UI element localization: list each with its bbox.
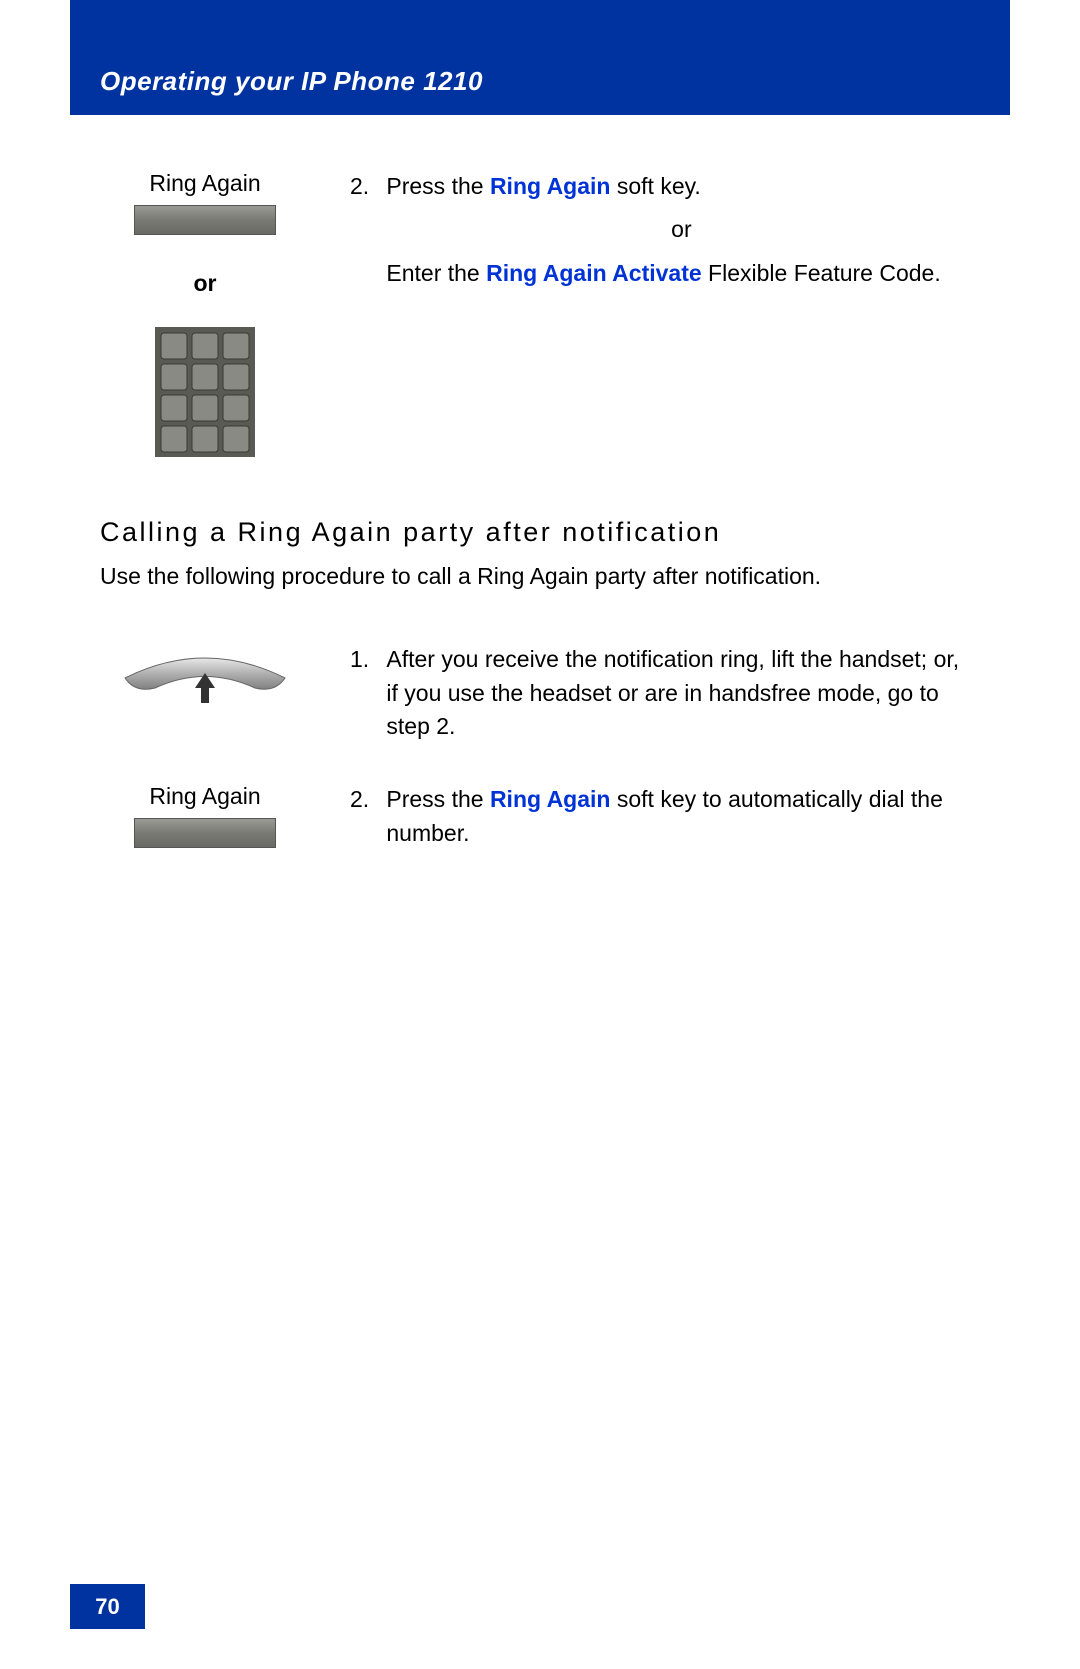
step-left-col: Ring Again or <box>100 170 310 457</box>
handset-lift-icon <box>115 643 295 713</box>
softkey-icon <box>134 818 276 848</box>
softkey-label: Ring Again <box>100 170 310 197</box>
or-center: or <box>386 213 976 246</box>
step-right-col: 2. Press the Ring Again soft key. or Ent… <box>350 170 980 290</box>
text-part: soft key. <box>610 173 700 199</box>
softkey-label: Ring Again <box>100 783 310 810</box>
document-page: Operating your IP Phone 1210 Ring Again … <box>0 0 1080 1669</box>
bold-term: Ring Again Activate <box>486 260 702 286</box>
step-left-col: Ring Again <box>100 783 310 848</box>
step-right-col: 2. Press the Ring Again soft key to auto… <box>350 783 980 850</box>
page-header-bar: Operating your IP Phone 1210 <box>70 0 1010 115</box>
text-part: Enter the <box>386 260 486 286</box>
keypad-icon <box>155 327 255 457</box>
step-text: After you receive the notification ring,… <box>386 643 976 743</box>
step-text: Press the Ring Again soft key. or Enter … <box>386 170 976 290</box>
softkey-icon <box>134 205 276 235</box>
step-row: 1. After you receive the notification ri… <box>100 643 980 743</box>
section-intro: Use the following procedure to call a Ri… <box>100 560 980 593</box>
step-number: 2. <box>350 170 380 203</box>
step-row: Ring Again or <box>100 170 980 457</box>
text-part: Flexible Feature Code. <box>702 260 941 286</box>
text-part: Press the <box>386 173 490 199</box>
step-row: Ring Again 2. Press the Ring Again soft … <box>100 783 980 850</box>
section-heading: Calling a Ring Again party after notific… <box>100 517 980 548</box>
step-number: 1. <box>350 643 380 676</box>
page-header-title: Operating your IP Phone 1210 <box>100 66 483 97</box>
page-content: Ring Again or <box>100 170 980 890</box>
step-left-col <box>100 643 310 713</box>
text-part: Press the <box>386 786 490 812</box>
bold-term: Ring Again <box>490 786 611 812</box>
bold-term: Ring Again <box>490 173 611 199</box>
page-number: 70 <box>70 1584 145 1629</box>
or-label: or <box>100 270 310 297</box>
step-right-col: 1. After you receive the notification ri… <box>350 643 980 743</box>
step-number: 2. <box>350 783 380 816</box>
step-text: Press the Ring Again soft key to automat… <box>386 783 976 850</box>
